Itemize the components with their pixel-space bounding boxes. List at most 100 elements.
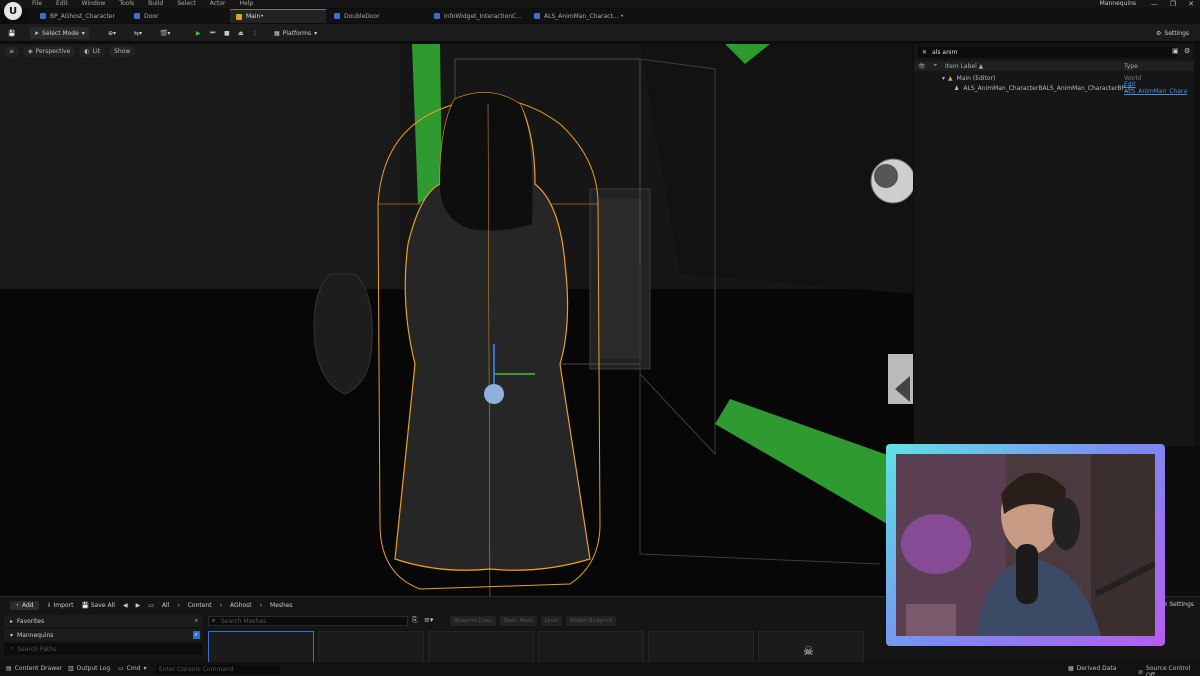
search-paths-input[interactable]: ⌕ Search Paths	[4, 643, 202, 655]
select-mode-dropdown[interactable]: ➤ Select Mode ▾	[30, 27, 89, 39]
maximize-icon[interactable]: ❐	[1170, 0, 1176, 8]
asset-thumbnail[interactable]	[538, 631, 644, 663]
perspective-button[interactable]: ◈ Perspective	[23, 46, 76, 57]
column-type[interactable]: Type	[1124, 63, 1138, 70]
widget-icon	[434, 13, 440, 19]
breadcrumb-all[interactable]: All	[162, 602, 169, 609]
viewport-menu-icon[interactable]: ≡	[4, 46, 20, 57]
asset-thumbnail[interactable]	[318, 631, 424, 663]
filter-static-mesh[interactable]: Static Mesh	[499, 616, 537, 626]
log-icon: ▥	[68, 665, 74, 672]
level-viewport[interactable]: ≡ ◈ Perspective ◐ Lit Show	[0, 44, 913, 596]
right-wall	[640, 44, 913, 294]
light-gizmo[interactable]	[484, 384, 504, 404]
history-forward-icon[interactable]: ▶	[136, 602, 141, 609]
unreal-editor-window: U File Edit Window Tools Build Select Ac…	[0, 0, 1200, 676]
chevron-right-icon: ›	[219, 601, 222, 609]
breadcrumb-meshes[interactable]: Meshes	[270, 602, 293, 609]
show-button[interactable]: Show	[109, 46, 136, 57]
close-icon[interactable]: ✕	[922, 49, 927, 56]
save-icon[interactable]: 💾	[4, 27, 19, 39]
asset-thumbnail[interactable]	[428, 631, 534, 663]
outliner-row-character[interactable]: ♟ ALS_AnimMan_CharacterBALS_AnimMan_Char…	[914, 81, 1194, 95]
folder-add-icon[interactable]: ▣	[1172, 47, 1179, 55]
filter-icon[interactable]: ≡▾	[424, 616, 433, 624]
search-icon: ⌕	[10, 645, 14, 652]
console-command-input[interactable]: Enter Console Command	[156, 665, 280, 674]
tab-bp-aghost-character[interactable]: BP_AGhost_Character	[34, 9, 121, 23]
breadcrumb-aghost[interactable]: AGhost	[230, 602, 252, 609]
plus-icon: +	[15, 601, 21, 609]
menu-bar: U File Edit Window Tools Build Select Ac…	[0, 0, 1200, 20]
webcam-feed	[896, 454, 1155, 636]
derived-data-button[interactable]: ▦ Derived Data	[1068, 665, 1116, 672]
project-name: Mannequins	[1099, 0, 1136, 7]
gear-icon[interactable]: ⚙	[1184, 47, 1190, 55]
breadcrumb-content[interactable]: Content	[188, 602, 212, 609]
stop-icon[interactable]: ■	[220, 27, 234, 39]
play-options-icon[interactable]: ⋮	[248, 27, 262, 39]
content-settings-button[interactable]: ⚙ Settings	[1162, 601, 1194, 608]
expand-arrow-icon[interactable]: ▾	[942, 75, 945, 82]
play-icon[interactable]: ▶	[192, 27, 205, 39]
favorites-header[interactable]: ▸ Favorites ⌕	[4, 615, 202, 627]
menu-window[interactable]: Window	[82, 0, 106, 7]
menu-actor[interactable]: Actor	[210, 0, 226, 7]
tab-door[interactable]: Door	[128, 9, 164, 23]
lit-button[interactable]: ◐ Lit	[79, 46, 106, 57]
tab-main[interactable]: Main•	[230, 9, 326, 23]
import-icon: ⇩	[46, 601, 52, 609]
column-item-label[interactable]: Item Label ▲	[945, 63, 983, 70]
import-button[interactable]: ⇩ Import	[47, 602, 74, 609]
cmd-dropdown[interactable]: ▭ Cmd ▾	[118, 665, 147, 672]
edit-blueprint-link[interactable]: Edit ALS_AnimMan_Chara	[1124, 81, 1194, 95]
menu-file[interactable]: File	[32, 0, 42, 7]
tab-infowidget[interactable]: InfoWidget_InteractionC...	[428, 9, 528, 23]
visibility-icon: 👁	[918, 62, 926, 70]
menu-build[interactable]: Build	[148, 0, 163, 7]
filter-widget-blueprint[interactable]: Widget Blueprint	[565, 616, 616, 626]
source-control-button[interactable]: ⊘ Source Control Off	[1138, 665, 1200, 676]
asset-thumbnail[interactable]	[208, 631, 314, 663]
filter-level[interactable]: Level	[540, 616, 562, 626]
mannequins-header[interactable]: ▾ Mannequins ⌕	[4, 629, 202, 641]
eject-icon[interactable]: ⏏	[234, 27, 248, 39]
menu-edit[interactable]: Edit	[56, 0, 68, 7]
save-all-button[interactable]: 💾 Save All	[81, 602, 114, 609]
output-log-button[interactable]: ▥ Output Log	[68, 665, 110, 672]
tab-doubledoor[interactable]: DoubleDoor	[328, 9, 386, 23]
filter-blueprint-class[interactable]: Blueprint Class	[450, 616, 496, 626]
blueprints-button[interactable]: ⇆▾	[130, 27, 146, 39]
minimize-icon[interactable]: —	[1151, 0, 1158, 8]
platforms-dropdown[interactable]: ▦ Platforms ▾	[270, 27, 321, 39]
folder-icon: ▭	[148, 601, 154, 609]
outliner-search-field[interactable]: ✕ als anim	[918, 47, 1178, 58]
asset-thumbnail[interactable]: ☠	[758, 631, 864, 663]
search-icon[interactable]: ⌕	[195, 617, 198, 625]
search-icon[interactable]: ⌕	[192, 631, 200, 639]
document-tabs: BP_AGhost_Character Door Main• DoubleDoo…	[28, 9, 1200, 23]
save-search-icon[interactable]: ⎘	[412, 616, 418, 625]
add-actor-button[interactable]: ⊕▾	[104, 27, 120, 39]
add-button[interactable]: + Add	[10, 600, 39, 610]
side-panel-tabs[interactable]	[1194, 44, 1200, 446]
sources-panel: ▸ Favorites ⌕ ▾ Mannequins ⌕ ⌕ Search Pa…	[4, 615, 202, 663]
search-meshes-input[interactable]: ⌕ Search Meshes	[208, 616, 408, 626]
viewport-toolbar: ≡ ◈ Perspective ◐ Lit Show	[0, 46, 136, 58]
menu-tools[interactable]: Tools	[119, 0, 134, 7]
asset-thumbnail[interactable]	[648, 631, 754, 663]
cinematics-button[interactable]: 🎬▾	[156, 27, 174, 39]
history-back-icon[interactable]: ◀	[123, 602, 128, 609]
unreal-logo-icon[interactable]: U	[4, 2, 22, 20]
menu-help[interactable]: Help	[240, 0, 254, 7]
terminal-icon: ▭	[118, 665, 124, 672]
tab-als-animman[interactable]: ALS_AnimMan_Charact... •	[528, 9, 630, 23]
chevron-down-icon: ▾	[314, 29, 318, 37]
settings-button[interactable]: ⚙ Settings	[1152, 27, 1193, 39]
content-drawer-button[interactable]: ▤ Content Drawer	[6, 665, 62, 672]
blueprint-icon	[134, 13, 140, 19]
save-icon: 💾	[81, 601, 89, 609]
step-icon[interactable]: ⏭	[206, 27, 219, 39]
menu-select[interactable]: Select	[177, 0, 196, 7]
close-icon[interactable]: ✕	[1188, 0, 1194, 8]
